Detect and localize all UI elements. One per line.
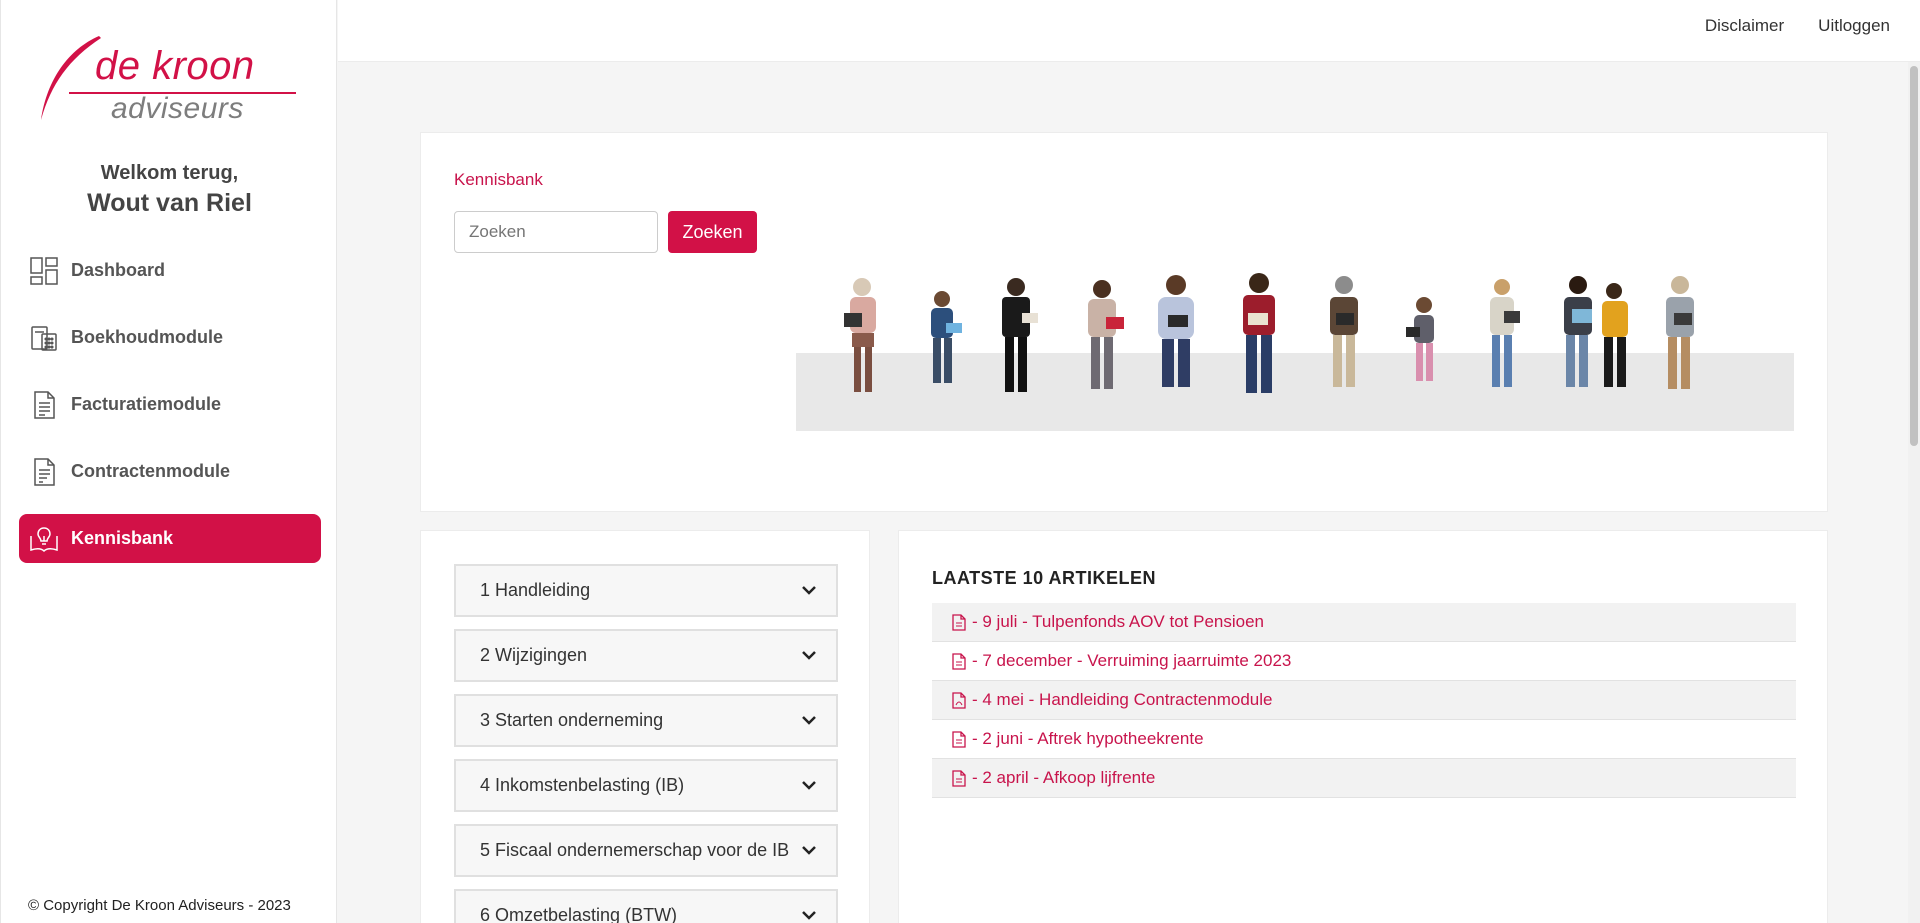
pdf-icon [952,730,966,748]
accordion-item[interactable]: 2 Wijzigingen [454,629,838,682]
page-title: Kennisbank [454,170,543,189]
accordion-label: 5 Fiscaal ondernemerschap voor de IB [480,840,790,860]
top-links: Disclaimer Uitloggen [1705,16,1890,36]
logo[interactable]: de kroon adviseurs [39,34,299,125]
article-row[interactable]: - 2 april - Afkoop lijfrente [932,759,1796,798]
document-icon [29,390,59,420]
disclaimer-link[interactable]: Disclaimer [1705,16,1784,36]
accordion-label: 6 Omzetbelasting (BTW) [480,905,678,923]
articles-title: LAATSTE 10 ARTIKELEN [932,568,1157,588]
people-illustration-icon [844,273,1694,393]
chevron-down-icon [802,911,816,920]
contract-icon [29,457,59,487]
sidebar-nav: Dashboard Boekhoudmodule Facturatiemodul… [19,246,321,581]
welcome-block: Welkom terug, Wout van Riel [1,162,338,218]
article-link[interactable]: - 4 mei - Handleiding Contractenmodule [972,690,1273,710]
chevron-down-icon [802,586,816,595]
sidebar-item-facturatiemodule[interactable]: Facturatiemodule [19,380,321,429]
sidebar-item-label: Facturatiemodule [71,394,222,414]
chevron-down-icon [802,716,816,725]
accordion-label: 4 Inkomstenbelasting (IB) [480,775,685,795]
pdf-icon [952,652,966,670]
chevron-down-icon [802,651,816,660]
latest-articles-card: LAATSTE 10 ARTIKELEN - 9 juli - Tulpenfo… [898,530,1828,923]
sidebar: de kroon adviseurs Welkom terug, Wout va… [0,0,337,923]
top-bar: Disclaimer Uitloggen [338,0,1920,62]
accordion-label: 3 Starten onderneming [480,710,664,730]
accordion-item[interactable]: 3 Starten onderneming [454,694,838,747]
accordion-item[interactable]: 4 Inkomstenbelasting (IB) [454,759,838,812]
pdf-icon [952,691,966,709]
accordion-item[interactable]: 5 Fiscaal ondernemerschap voor de IB [454,824,838,877]
accordion-item[interactable]: 1 Handleiding [454,564,838,617]
calculator-icon [29,323,59,353]
sidebar-item-label: Dashboard [71,260,166,280]
sidebar-item-label: Boekhoudmodule [71,327,223,347]
sidebar-item-label: Kennisbank [71,528,174,548]
sidebar-item-kennisbank[interactable]: Kennisbank [19,514,321,563]
article-link[interactable]: - 2 juni - Aftrek hypotheekrente [972,729,1204,749]
hero-people-reading-image [796,273,1794,458]
search-button[interactable]: Zoeken [668,211,757,253]
search-input[interactable] [454,211,658,253]
accordion-label: 1 Handleiding [480,580,591,600]
logout-link[interactable]: Uitloggen [1818,16,1890,36]
article-link[interactable]: - 7 december - Verruiming jaarruimte 202… [972,651,1291,671]
pdf-icon [952,613,966,631]
chevron-down-icon [802,846,816,855]
kennisbank-search-card: Kennisbank Zoeken [420,132,1828,512]
dashboard-icon [29,256,59,286]
copyright-text: © Copyright De Kroon Adviseurs - 2023 [28,897,291,914]
articles-list: - 9 juli - Tulpenfonds AOV tot Pensioen … [932,603,1796,798]
sidebar-item-label: Contractenmodule [71,461,231,481]
page-scrollbar[interactable] [1908,62,1920,923]
scrollbar-thumb[interactable] [1910,66,1918,446]
article-row[interactable]: - 7 december - Verruiming jaarruimte 202… [932,642,1796,681]
lightbulb-book-icon [29,524,59,554]
logo-text: de kroon [95,44,255,88]
article-link[interactable]: - 2 april - Afkoop lijfrente [972,768,1155,788]
chevron-down-icon [802,781,816,790]
welcome-greeting: Welkom terug, [100,162,239,184]
article-link[interactable]: - 9 juli - Tulpenfonds AOV tot Pensioen [972,612,1264,632]
sidebar-item-contractenmodule[interactable]: Contractenmodule [19,447,321,496]
article-row[interactable]: - 2 juni - Aftrek hypotheekrente [932,720,1796,759]
accordion-item[interactable]: 6 Omzetbelasting (BTW) [454,889,838,923]
sidebar-item-boekhoudmodule[interactable]: Boekhoudmodule [19,313,321,362]
sidebar-item-dashboard[interactable]: Dashboard [19,246,321,295]
user-name: Wout van Riel [87,189,252,217]
article-row[interactable]: - 4 mei - Handleiding Contractenmodule [932,681,1796,720]
categories-card: 1 Handleiding 2 Wijzigingen 3 Starten on… [420,530,870,923]
accordion-label: 2 Wijzigingen [480,645,588,665]
article-row[interactable]: - 9 juli - Tulpenfonds AOV tot Pensioen [932,603,1796,642]
pdf-icon [952,769,966,787]
logo-subtext: adviseurs [111,92,244,125]
